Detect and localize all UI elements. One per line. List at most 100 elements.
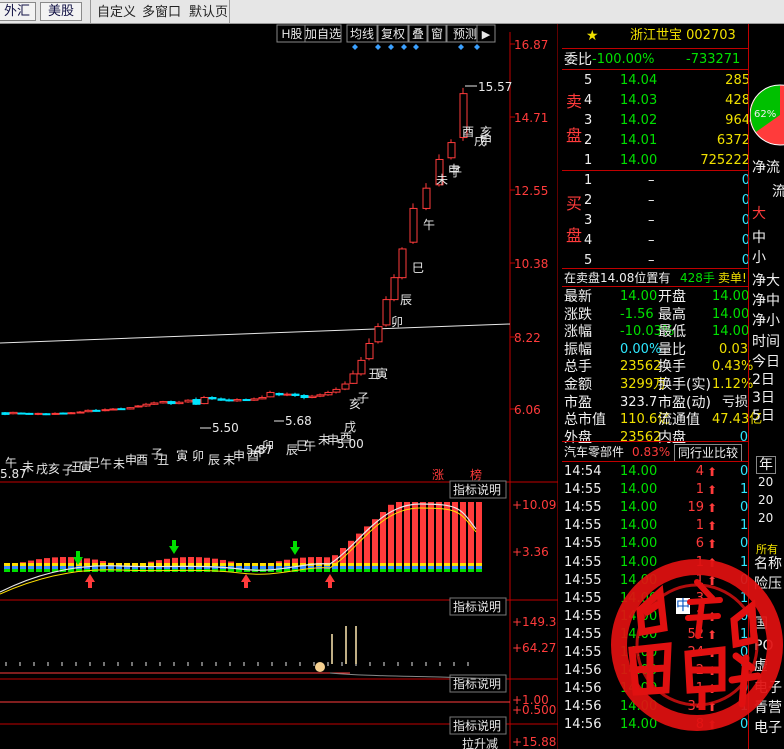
candle: [76, 411, 85, 414]
indicator-bar: [444, 502, 450, 572]
sell-price: 14.03: [620, 93, 658, 108]
indicator-bar: [364, 563, 370, 566]
custom-button[interactable]: 自定义: [97, 4, 136, 21]
tick-volume: 34: [687, 699, 704, 715]
edge-label: 小: [752, 250, 766, 266]
candle-branch-label: 丑: [157, 453, 169, 467]
indicator-bar: [44, 563, 50, 566]
default-page-button[interactable]: 默认页: [189, 4, 228, 21]
indicator-bar: [436, 563, 442, 566]
indicator-bar: [444, 569, 450, 572]
forex-button[interactable]: 外汇: [0, 2, 36, 21]
tick-volume: 6: [695, 536, 704, 552]
sell-price: 14.00: [620, 153, 658, 168]
candle: [242, 399, 251, 402]
top-toolbar: 外汇 美股 自定义 多窗口 默认页: [0, 0, 784, 24]
kline-chart-area[interactable]: H股 加自选 均线 复权叠窗预测 ▶ 16.87 14.71 12.55 10.38 8.22 6.…: [0, 24, 558, 749]
indicator-axis-label: +149.3: [512, 615, 556, 629]
buy-volume: 0: [741, 173, 750, 188]
edge-label: 20: [758, 511, 774, 525]
up-arrow-icon: ⬆: [707, 664, 718, 679]
industry-compare-button[interactable]: 同行业比较: [674, 444, 743, 462]
indicator-bar: [476, 569, 482, 572]
bottom-indicator-label: 拉升减: [462, 736, 498, 749]
pie-pct: 62%: [754, 109, 777, 120]
quote-label: 最低: [658, 324, 686, 341]
indicator-bar: [468, 569, 474, 572]
weibi-pct: -100.00%: [592, 52, 655, 67]
indicator-bar: [20, 563, 26, 566]
indicator-bar: [340, 566, 346, 569]
indicator-bar: [388, 569, 394, 572]
panel-divider: [562, 268, 748, 269]
indicator-bar: [452, 569, 458, 572]
indicator-bar: [348, 566, 354, 569]
candle: [283, 393, 292, 396]
sell-note-qty: 428手: [680, 271, 715, 285]
diamond-marker-icon: [474, 44, 480, 50]
indicator-axis-label: +64.27: [512, 641, 556, 655]
bang-label: 榜: [470, 467, 482, 482]
indicator-bar: [188, 563, 194, 566]
tick-volume: 1: [695, 554, 704, 570]
indicator-bar: [412, 502, 418, 572]
candle-branch-label: 辰: [208, 453, 220, 467]
edge-label: 20: [758, 475, 774, 489]
up-arrow-icon: ⬆: [707, 718, 718, 733]
indicator-bar: [132, 563, 138, 566]
indicator-bar: [420, 566, 426, 569]
indicator-bar: [420, 569, 426, 572]
quote-value: 323.7: [620, 394, 658, 410]
tick-time: 14:55: [564, 590, 602, 606]
indicator-bar: [44, 569, 50, 572]
chart-toolbar-label: 均线: [350, 27, 374, 41]
panel-divider: [562, 48, 748, 49]
candle-branch-label: 戌: [36, 462, 48, 476]
candle: [117, 408, 126, 411]
quote-label: 涨幅: [564, 324, 592, 341]
indicator-bar: [436, 569, 442, 572]
candle-branch-label: 午: [423, 218, 435, 232]
candle: [1, 412, 10, 415]
indicator-help-label: 指标说明: [453, 599, 501, 614]
indicator-bar: [404, 566, 410, 569]
indicator-bar: [292, 563, 298, 566]
sell-label: 卖: [566, 92, 583, 111]
edge-label: 流: [772, 184, 784, 200]
us-stock-button[interactable]: 美股: [40, 2, 82, 21]
edge-label: 净小: [752, 313, 780, 329]
quote-value: 0.03: [719, 341, 748, 357]
indicator-bar: [28, 569, 34, 572]
indicator-bar: [420, 563, 426, 566]
edge-label: 20: [758, 493, 774, 507]
quote-label: 量比: [658, 341, 686, 358]
panel-divider: [562, 170, 748, 171]
diamond-marker-icon: [352, 44, 358, 50]
diamond-marker-icon: [388, 44, 394, 50]
quote-label: 振幅: [564, 341, 592, 358]
tick-price: 14.00: [620, 536, 658, 552]
panel-divider: [562, 69, 748, 70]
up-arrow-icon: [241, 574, 251, 588]
edge-label: 险压: [754, 576, 782, 592]
indicator-bar: [148, 563, 154, 566]
edge-label: 大: [752, 206, 766, 222]
edge-label: 时间: [752, 334, 780, 350]
indicator-bar: [12, 569, 18, 572]
kline-chart-svg[interactable]: H股 加自选 均线 复权叠窗预测 ▶ 16.87 14.71 12.55 10.38 8.22 6.…: [0, 24, 558, 749]
candle-branch-label: 子: [357, 391, 369, 405]
quote-label: 总手: [564, 359, 592, 376]
price-callout-label: 5.87: [246, 443, 273, 457]
indicator-bar: [196, 563, 202, 566]
candle: [159, 401, 168, 404]
multi-window-button[interactable]: 多窗口: [142, 4, 181, 21]
tick-time: 14:55: [564, 536, 602, 552]
indicator-bar: [36, 566, 42, 569]
indicator-bar: [412, 566, 418, 569]
candle: [109, 408, 118, 411]
buy-level: 4: [584, 233, 593, 248]
buy-volume: 0: [741, 233, 750, 248]
sell-volume: 725222: [700, 153, 750, 168]
tick-volume: 2: [695, 663, 704, 679]
indicator-bar: [172, 563, 178, 566]
